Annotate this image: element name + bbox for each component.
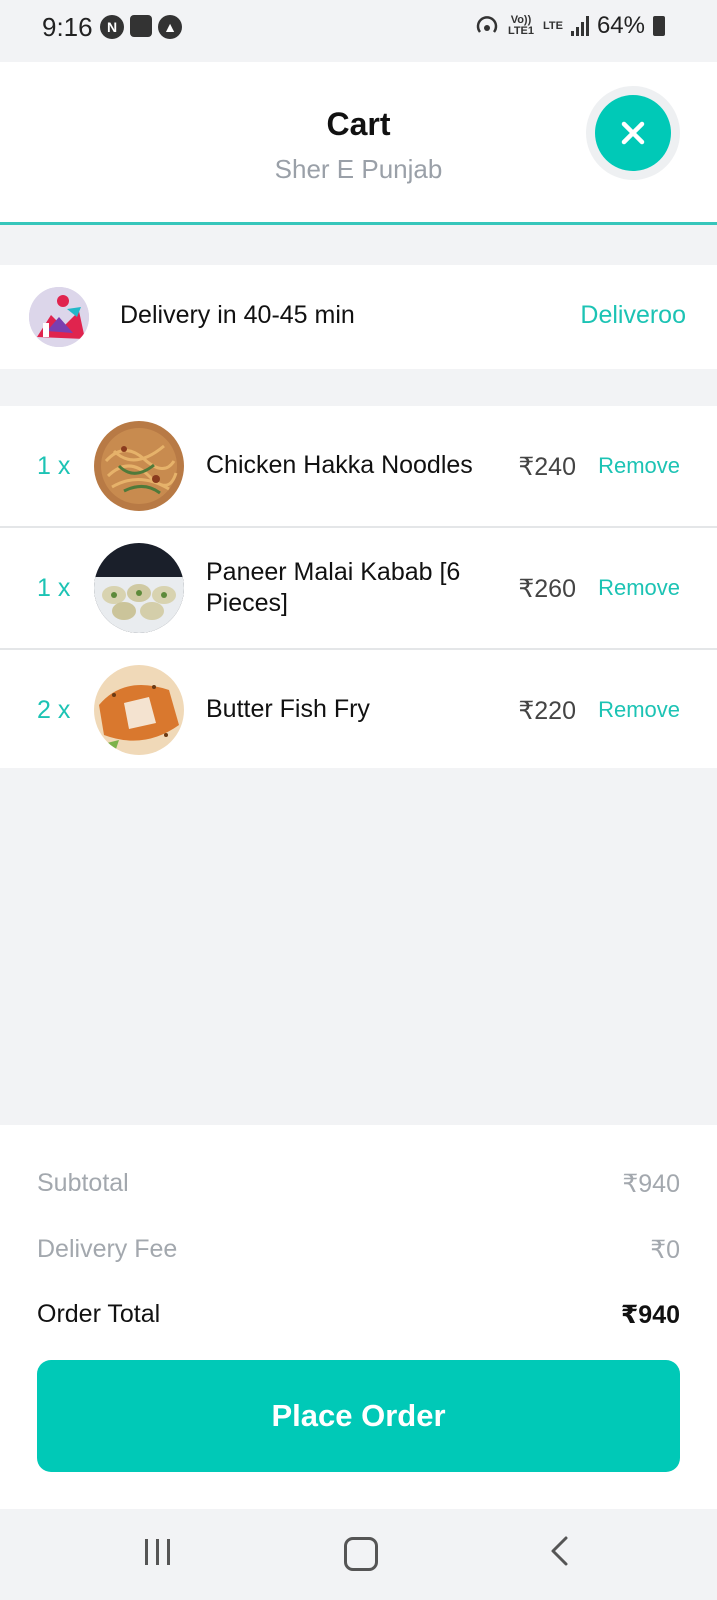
cart-header: Cart Sher E Punjab	[0, 62, 717, 225]
order-total-value: ₹940	[620, 1301, 680, 1329]
item-name: Chicken Hakka Noodles	[206, 451, 473, 479]
item-quantity: 1 x	[37, 574, 71, 602]
item-name: Butter Fish Fry	[206, 695, 370, 723]
delivery-time: Delivery in 40-45 min	[120, 301, 355, 329]
delivery-fee-value: ₹0	[650, 1236, 680, 1264]
subtotal-value: ₹940	[622, 1170, 680, 1198]
item-price: ₹240	[518, 453, 576, 481]
delivery-fee-label: Delivery Fee	[37, 1235, 178, 1263]
item-price: ₹260	[518, 575, 576, 603]
status-bar: 9:16 N ▲ Vo)) LTE1 LTE 64%	[0, 0, 717, 62]
battery-percent: 64%	[596, 12, 645, 39]
item-quantity: 1 x	[37, 452, 71, 480]
n-icon: N	[100, 15, 124, 39]
subtotal-row: Subtotal ₹940	[37, 1169, 680, 1199]
remove-button[interactable]: Remove	[598, 697, 680, 723]
a-icon: ▲	[158, 15, 182, 39]
item-image-fish	[94, 665, 184, 755]
status-time: 9:16	[42, 12, 93, 42]
home-icon[interactable]	[344, 1537, 378, 1571]
order-summary: Subtotal ₹940 Delivery Fee ₹0 Order Tota…	[0, 1125, 717, 1509]
battery-icon	[653, 16, 665, 36]
delivery-fee-row: Delivery Fee ₹0	[37, 1235, 680, 1265]
close-button-ring	[586, 86, 680, 180]
delivery-avatar	[29, 287, 89, 347]
close-icon	[621, 121, 645, 145]
delivery-partner[interactable]: Deliveroo	[580, 301, 686, 330]
item-price: ₹220	[518, 697, 576, 725]
item-name: Paneer Malai Kabab [6 Pieces]	[206, 558, 461, 617]
cart-items: 1 x Chicken Hakka Noodles ₹240 Remove 1 …	[0, 406, 717, 768]
remove-button[interactable]: Remove	[598, 453, 680, 479]
remove-button[interactable]: Remove	[598, 575, 680, 601]
hotspot-icon	[476, 16, 498, 33]
cart-item: 1 x Chicken Hakka Noodles ₹240 Remove	[0, 406, 717, 528]
back-icon[interactable]	[548, 1535, 572, 1567]
subtotal-label: Subtotal	[37, 1169, 129, 1197]
status-right-icons: Vo)) LTE1 LTE 64%	[475, 12, 665, 40]
system-nav-bar	[0, 1509, 717, 1600]
item-image-noodles	[94, 421, 184, 511]
delivery-row: Delivery in 40-45 min Deliveroo	[0, 265, 717, 369]
item-image-kabab	[94, 543, 184, 633]
status-left-icons: N ▲	[100, 15, 182, 39]
lte-icon: LTE	[542, 19, 563, 32]
close-button[interactable]	[595, 95, 671, 171]
order-total-row: Order Total ₹940	[37, 1300, 680, 1330]
volte-icon: Vo)) LTE1	[507, 14, 535, 37]
recent-apps-icon[interactable]	[145, 1539, 170, 1565]
cart-item: 2 x Butter Fish Fry ₹220 Remove	[0, 650, 717, 768]
cart-item: 1 x Paneer Malai Kabab [6 Pieces] ₹260 R…	[0, 528, 717, 650]
order-total-label: Order Total	[37, 1300, 161, 1328]
gallery-icon	[130, 15, 152, 37]
place-order-button[interactable]: Place Order	[37, 1360, 680, 1472]
item-quantity: 2 x	[37, 696, 71, 724]
signal-icon	[570, 16, 589, 36]
